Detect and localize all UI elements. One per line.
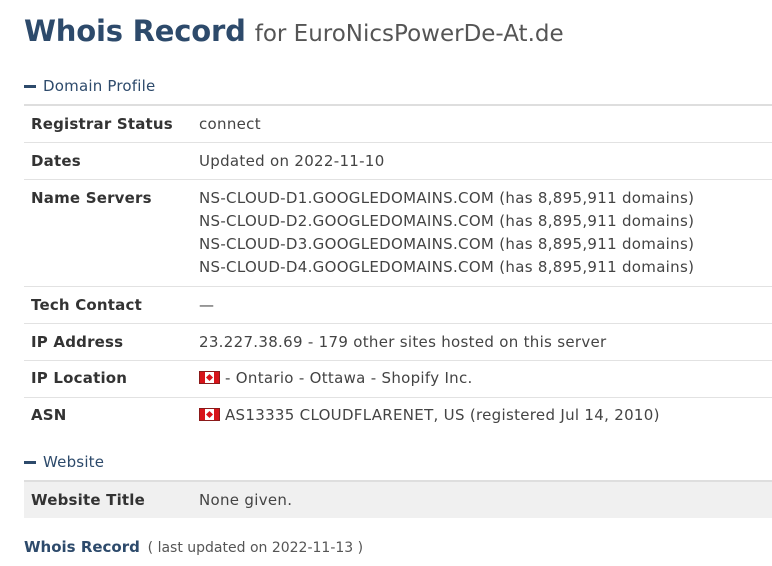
collapse-minus-icon [24,84,36,88]
last-updated-note: ( last updated on 2022-11-13 ) [147,540,364,556]
row-label: ASN [31,406,67,424]
name-server-3: NS-CLOUD-D3.GOOGLEDOMAINS.COM (has 8,895… [199,235,695,253]
domain-profile-table: Registrar Status connect Dates Updated o… [24,106,772,434]
collapse-minus-icon [24,460,36,464]
section-title-website: Website [43,453,105,471]
canada-flag-icon [199,371,220,384]
table-row-ip-location: IP Location - Ontario - Ottawa - Shopify… [24,361,772,398]
canada-flag-icon [199,408,220,421]
whois-record-link[interactable]: Whois Record [24,538,140,556]
name-server-1: NS-CLOUD-D1.GOOGLEDOMAINS.COM (has 8,895… [199,189,695,207]
row-value: connect [199,115,261,133]
table-row-name-servers: Name Servers NS-CLOUD-D1.GOOGLEDOMAINS.C… [24,180,772,287]
asn-text: AS13335 CLOUDFLARENET, US (registered Ju… [225,406,660,424]
website-table: Website Title None given. [24,482,772,518]
table-row-website-title: Website Title None given. [24,482,772,518]
row-label: Name Servers [31,189,152,207]
name-server-2: NS-CLOUD-D2.GOOGLEDOMAINS.COM (has 8,895… [199,212,695,230]
row-value: None given. [199,491,293,509]
table-row-dates: Dates Updated on 2022-11-10 [24,143,772,180]
row-label: Tech Contact [31,296,142,314]
section-toggle-website[interactable]: Website [24,451,772,473]
page-title-domain: for EuroNicsPowerDe-At.de [254,21,564,47]
row-value: — [199,296,215,314]
row-label: IP Location [31,369,128,387]
row-label: Registrar Status [31,115,173,133]
page-title: Whois Record for EuroNicsPowerDe-At.de [24,14,564,48]
table-row-ip-address: IP Address 23.227.38.69 - 179 other site… [24,324,772,361]
table-row-registrar-status: Registrar Status connect [24,106,772,143]
row-label: Dates [31,152,81,170]
ip-location-text: - Ontario - Ottawa - Shopify Inc. [225,369,473,387]
table-row-tech-contact: Tech Contact — [24,287,772,324]
section-toggle-domain-profile[interactable]: Domain Profile [24,75,772,97]
row-label: Website Title [31,491,146,509]
footer: Whois Record ( last updated on 2022-11-1… [24,538,363,556]
table-row-asn: ASN AS13335 CLOUDFLARENET, US (registere… [24,398,772,434]
name-server-4: NS-CLOUD-D4.GOOGLEDOMAINS.COM (has 8,895… [199,258,695,276]
ip-address-link[interactable]: 23.227.38.69 - 179 other sites hosted on… [199,331,607,354]
row-value: AS13335 CLOUDFLARENET, US (registered Ju… [199,404,660,427]
row-value: - Ontario - Ottawa - Shopify Inc. [199,367,473,390]
row-value: Updated on 2022-11-10 [199,152,385,170]
section-title-domain-profile: Domain Profile [43,77,156,95]
row-label: IP Address [31,333,124,351]
page-title-main: Whois Record [24,14,246,48]
